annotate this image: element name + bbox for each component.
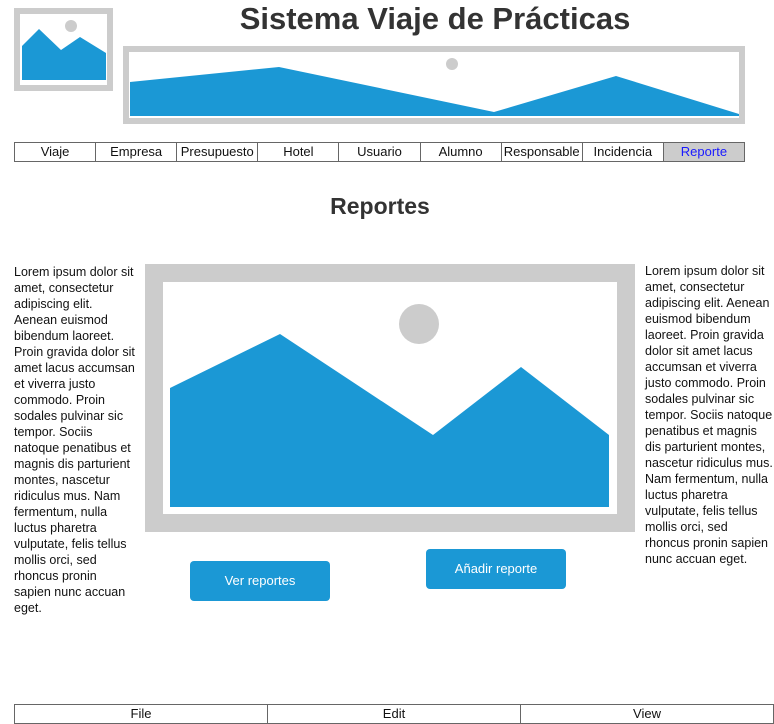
menu-item-view[interactable]: View [521, 705, 774, 723]
nav-tab-incidencia[interactable]: Incidencia [582, 143, 664, 161]
nav-tab-responsable[interactable]: Responsable [501, 143, 583, 161]
bottom-menu: File Edit View [14, 704, 774, 724]
image-placeholder-icon [130, 58, 739, 116]
logo-image [14, 8, 113, 91]
nav-tab-presupuesto[interactable]: Presupuesto [177, 143, 259, 161]
menu-item-edit[interactable]: Edit [268, 705, 521, 723]
banner-image [123, 46, 745, 124]
nav-tab-empresa[interactable]: Empresa [96, 143, 178, 161]
nav-tab-alumno[interactable]: Alumno [420, 143, 502, 161]
add-report-button[interactable]: Añadir reporte [426, 549, 566, 589]
right-paragraph: Lorem ipsum dolor sit amet, consectetur … [645, 264, 773, 566]
page-title: Sistema Viaje de Prácticas [239, 1, 631, 36]
image-placeholder-icon [170, 304, 609, 507]
nav-tab-reporte[interactable]: Reporte [663, 143, 744, 161]
view-reports-button[interactable]: Ver reportes [190, 561, 330, 601]
menu-item-file[interactable]: File [15, 705, 268, 723]
left-paragraph: Lorem ipsum dolor sit amet, consectetur … [14, 265, 135, 615]
image-placeholder-icon [22, 20, 106, 80]
nav-tab-usuario[interactable]: Usuario [339, 143, 421, 161]
nav-tab-hotel[interactable]: Hotel [258, 143, 340, 161]
section-title: Reportes [330, 193, 430, 219]
nav-tab-viaje[interactable]: Viaje [15, 143, 97, 161]
main-nav: Viaje Empresa Presupuesto Hotel Usuario Alumn… [14, 142, 745, 162]
hero-image [145, 264, 635, 532]
